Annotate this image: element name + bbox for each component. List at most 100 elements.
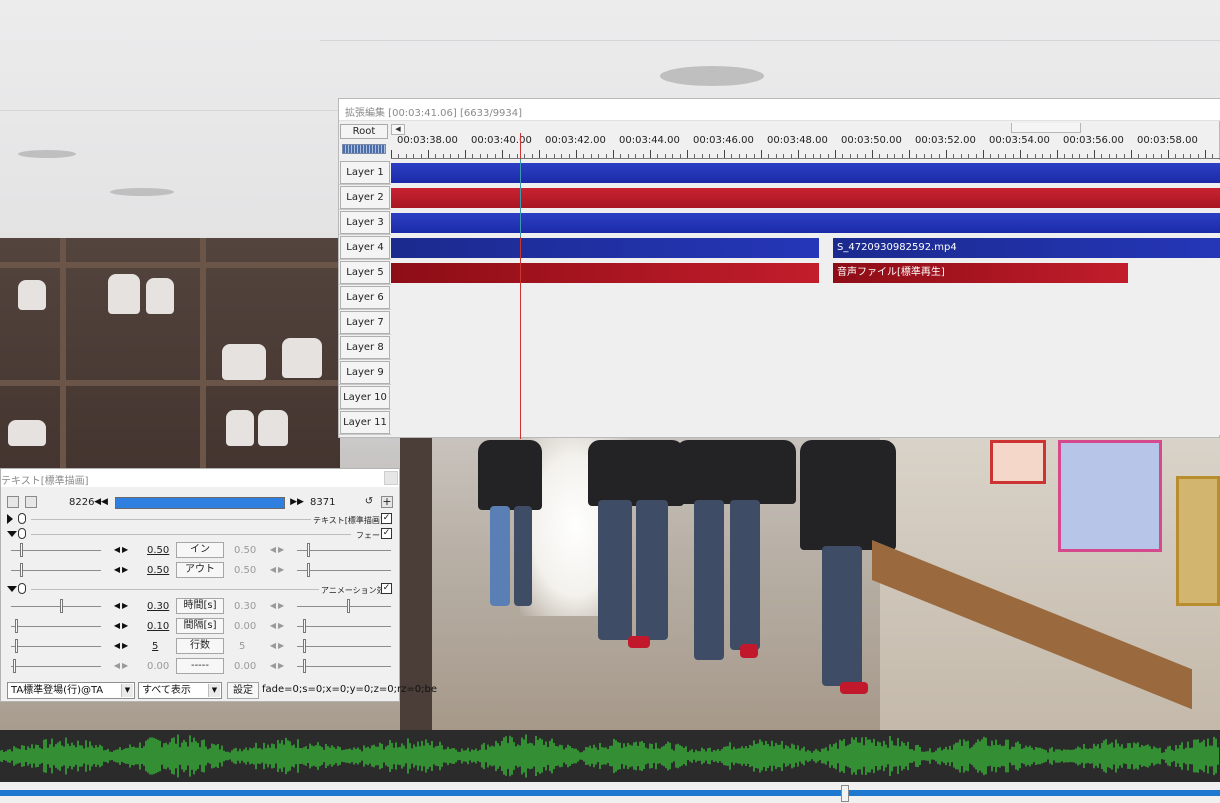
layer-label-7[interactable]: Layer 7 (340, 311, 390, 334)
timeline-clip[interactable] (391, 163, 1220, 183)
ruler-tick (983, 150, 984, 158)
param-value-left[interactable]: 0.50 (147, 565, 169, 576)
animation-preset-select[interactable]: TA標準登場(行)@TA ▼ (7, 682, 135, 699)
param-value-left[interactable]: 0.50 (147, 545, 169, 556)
layer-track-4[interactable]: S_4720930982592.mp4 (391, 235, 1220, 260)
expand-icon[interactable] (7, 514, 13, 524)
shelf-board (0, 262, 340, 268)
shoe (258, 410, 288, 446)
ruler-tick (753, 154, 755, 158)
layer-track-10[interactable] (391, 385, 1220, 410)
seek-thumb[interactable] (841, 785, 849, 802)
step-arrows[interactable]: ◀▶ (111, 544, 133, 557)
timeline-clip[interactable] (391, 238, 819, 258)
effect-checkbox[interactable]: ✓ (381, 583, 392, 594)
timeline-titlebar[interactable]: 拡張編集 [00:03:41.06] [6633/9934] (339, 99, 1220, 121)
layer-label-10[interactable]: Layer 10 (340, 386, 390, 409)
rewind-icon[interactable]: ◀◀ (94, 496, 108, 510)
layer-label-2[interactable]: Layer 2 (340, 186, 390, 209)
ruler-tick-label: 00:03:44.00 (619, 135, 680, 146)
ruler-tick (391, 150, 392, 158)
layer-track-5[interactable]: 音声ファイル[標準再生] (391, 260, 1220, 285)
time-ruler[interactable]: 00:03:38.00 00:03:40.00 00:03:42.00 00:0… (391, 133, 1220, 159)
collapse-icon[interactable] (7, 531, 17, 537)
zoom-bar[interactable] (342, 144, 386, 154)
horizontal-scroll-thumb[interactable] (1011, 123, 1081, 133)
slider-track (297, 606, 391, 607)
layer-track-6[interactable] (391, 285, 1220, 310)
layer-label-1[interactable]: Layer 1 (340, 161, 390, 184)
step-arrows[interactable]: ◀▶ (111, 564, 133, 577)
close-icon[interactable] (384, 471, 398, 485)
camera-icon[interactable] (7, 496, 19, 508)
slider-track[interactable] (11, 606, 101, 607)
layer-track-2[interactable] (391, 185, 1220, 210)
ruler-tick (894, 154, 896, 158)
ruler-tick (1190, 154, 1192, 158)
timeline-clip[interactable] (391, 263, 819, 283)
effect-checkbox[interactable]: ✓ (381, 528, 392, 539)
ceiling-seam (0, 110, 340, 111)
settings-button[interactable]: 設定 (227, 682, 259, 699)
layer-track-11[interactable] (391, 410, 1220, 435)
audio-clip[interactable]: 音声ファイル[標準再生] (833, 263, 1128, 283)
layer-label-9[interactable]: Layer 9 (340, 361, 390, 384)
slider-knob[interactable] (60, 599, 63, 613)
slider-track[interactable] (11, 626, 101, 627)
chevron-down-icon[interactable]: ▼ (121, 684, 133, 697)
param-value-right: 0.50 (234, 565, 257, 576)
step-arrows[interactable]: ◀▶ (111, 620, 133, 633)
collapse-icon[interactable] (7, 586, 17, 592)
layer-label-6[interactable]: Layer 6 (340, 286, 390, 309)
slider-knob[interactable] (15, 639, 18, 653)
shoe (18, 280, 46, 310)
layer-track-3[interactable] (391, 210, 1220, 235)
timeline-clip[interactable] (391, 213, 1220, 233)
param-value-left[interactable]: 0.30 (147, 601, 169, 612)
slider-track[interactable] (11, 550, 101, 551)
filter-icon[interactable] (25, 496, 37, 508)
layer-label-8[interactable]: Layer 8 (340, 336, 390, 359)
layer-track-9[interactable] (391, 360, 1220, 385)
layer-label-5[interactable]: Layer 5 (340, 261, 390, 284)
layer-track-7[interactable] (391, 310, 1220, 335)
param-value-left[interactable]: 5 (152, 641, 158, 652)
fast-forward-icon[interactable]: ▶▶ (290, 496, 304, 510)
param-button-empty[interactable]: ----- (176, 658, 224, 674)
layer-track-8[interactable] (391, 335, 1220, 360)
dialog-titlebar[interactable]: テキスト[標準描画] (1, 469, 399, 487)
slider-knob[interactable] (20, 543, 23, 557)
root-button[interactable]: Root (340, 124, 388, 139)
param-button-out[interactable]: アウト (176, 562, 224, 578)
timeline-clip[interactable] (391, 188, 1220, 208)
ruler-tick (746, 154, 748, 158)
param-button-interval[interactable]: 間隔[s] (176, 618, 224, 634)
layer-label-3[interactable]: Layer 3 (340, 211, 390, 234)
ruler-tick (872, 150, 873, 158)
slider-track[interactable] (11, 646, 101, 647)
frame-range-bar[interactable] (115, 497, 285, 509)
ruler-tick (812, 154, 814, 158)
param-button-lines[interactable]: 行数 (176, 638, 224, 654)
chevron-down-icon[interactable]: ▼ (208, 684, 220, 697)
layer-track-1[interactable] (391, 160, 1220, 185)
slider-knob[interactable] (20, 563, 23, 577)
shoe (222, 344, 266, 380)
add-filter-icon[interactable]: + (381, 496, 393, 508)
slider-knob[interactable] (15, 619, 18, 633)
layer-label-11[interactable]: Layer 11 (340, 411, 390, 434)
video-clip[interactable]: S_4720930982592.mp4 (833, 238, 1220, 258)
slider-track[interactable] (11, 570, 101, 571)
param-button-time[interactable]: 時間[s] (176, 598, 224, 614)
layer-label-4[interactable]: Layer 4 (340, 236, 390, 259)
param-button-in[interactable]: イン (176, 542, 224, 558)
ruler-tick (502, 150, 503, 158)
seek-bar[interactable] (0, 790, 1220, 796)
step-arrows[interactable]: ◀▶ (111, 600, 133, 613)
display-mode-select[interactable]: すべて表示 ▼ (138, 682, 222, 699)
undo-icon[interactable]: ↺ (363, 496, 375, 508)
effect-checkbox[interactable]: ✓ (381, 513, 392, 524)
param-value-left[interactable]: 0.10 (147, 621, 169, 632)
ruler-tick (1145, 154, 1147, 158)
step-arrows[interactable]: ◀▶ (111, 640, 133, 653)
